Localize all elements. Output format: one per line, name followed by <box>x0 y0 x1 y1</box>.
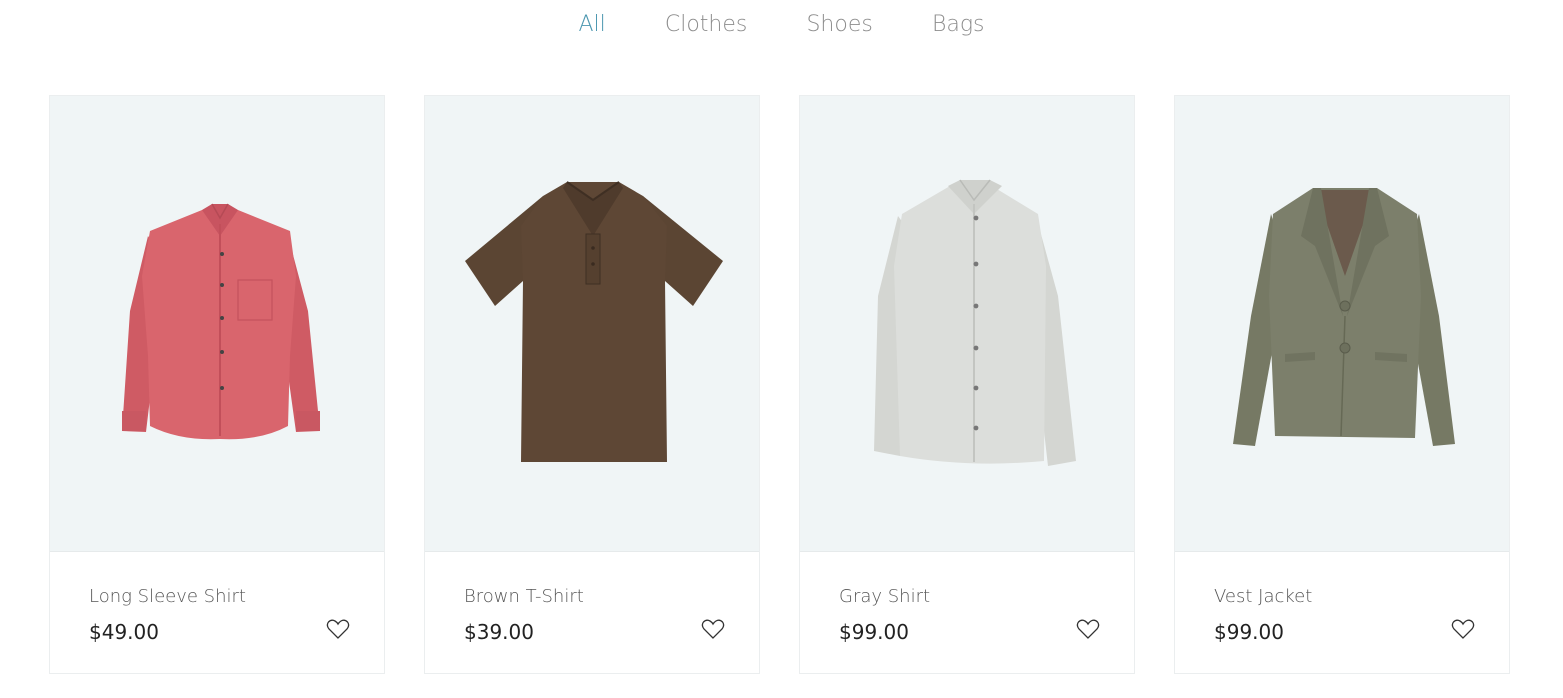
product-image[interactable] <box>50 96 384 552</box>
product-card[interactable]: Vest Jacket $99.00 <box>1174 95 1510 674</box>
gray-shirt-image <box>874 179 1076 466</box>
product-card[interactable]: Long Sleeve Shirt $49.00 <box>49 95 385 674</box>
product-name[interactable]: Long Sleeve Shirt <box>89 586 246 607</box>
product-price: $39.00 <box>464 620 534 644</box>
heart-outline-icon[interactable] <box>326 618 350 640</box>
tab-bags[interactable]: Bags <box>932 6 985 44</box>
heart-outline-icon[interactable] <box>1076 618 1100 640</box>
tab-clothes[interactable]: Clothes <box>665 6 748 44</box>
heart-outline-icon[interactable] <box>701 618 725 640</box>
tab-all[interactable]: All <box>579 6 606 44</box>
brown-t-shirt-image <box>465 181 723 462</box>
heart-outline-icon[interactable] <box>1451 618 1475 640</box>
long-sleeve-shirt-image <box>122 203 320 440</box>
vest-jacket-image <box>1233 188 1455 446</box>
product-name[interactable]: Gray Shirt <box>839 586 930 607</box>
product-image[interactable] <box>1175 96 1509 552</box>
product-name[interactable]: Vest Jacket <box>1214 586 1312 607</box>
product-price: $49.00 <box>89 620 159 644</box>
product-name[interactable]: Brown T-Shirt <box>464 586 584 607</box>
product-image[interactable] <box>425 96 759 552</box>
category-filter-tabs: All Clothes Shoes Bags <box>0 6 1563 46</box>
product-image[interactable] <box>800 96 1134 552</box>
product-card[interactable]: Brown T-Shirt $39.00 <box>424 95 760 674</box>
product-price: $99.00 <box>839 620 909 644</box>
tab-shoes[interactable]: Shoes <box>806 6 872 44</box>
product-card[interactable]: Gray Shirt $99.00 <box>799 95 1135 674</box>
product-price: $99.00 <box>1214 620 1284 644</box>
